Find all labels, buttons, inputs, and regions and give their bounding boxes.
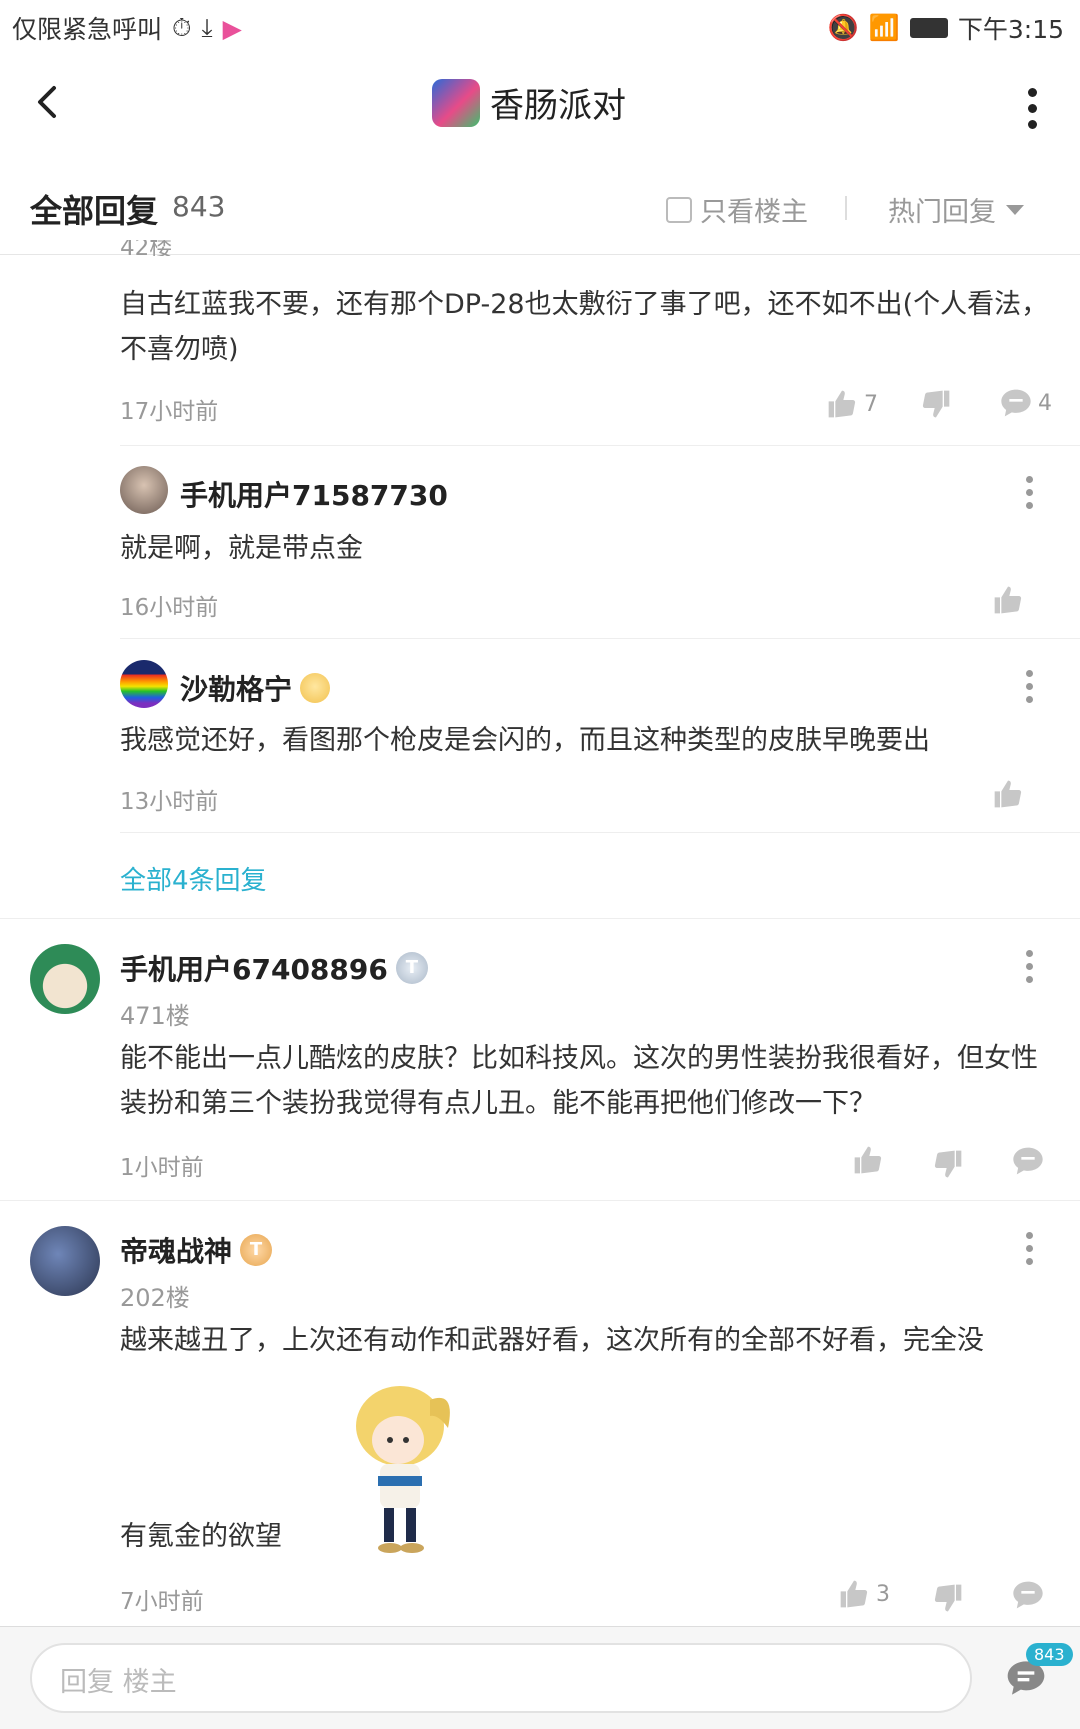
only-op-label: 只看楼主 (700, 197, 808, 228)
avatar[interactable] (30, 1226, 100, 1296)
view-all-replies-link[interactable]: 全部4条回复 (120, 860, 267, 897)
divider (120, 445, 1080, 446)
page-title: 香肠派对 (490, 86, 626, 126)
level-badge-icon: T (395, 952, 428, 984)
post-author-row: 帝魂战神 T (120, 1230, 273, 1270)
post-floor: 471楼 (120, 1002, 190, 1030)
avatar[interactable] (120, 466, 168, 514)
thumbs-up-icon[interactable] (992, 778, 1024, 810)
reply-author-row: 沙勒格宁 (180, 668, 331, 708)
wifi-icon: 📶 (868, 13, 900, 42)
title-group: 香肠派对 (432, 78, 626, 127)
thumbs-down-icon (922, 390, 950, 418)
comment-bubble-icon[interactable] (1012, 1580, 1044, 1610)
reply-time: 16小时前 (120, 595, 219, 621)
reply-more-icon[interactable] (1026, 476, 1033, 515)
divider (0, 918, 1080, 919)
thumbs-down-icon[interactable] (932, 1582, 964, 1614)
navigation-bar: 香肠派对 (0, 48, 1080, 163)
status-bar: 仅限紧急呼叫 ⏱ ⤓ ▶ 🔕 📶 下午3:15 (0, 0, 1080, 48)
reply-author[interactable]: 沙勒格宁 (180, 668, 292, 708)
post-content: 能不能出一点儿酷炫的皮肤？比如科技风。这次的男性装扮我很看好，但女性装扮和第三个… (120, 1043, 1038, 1119)
reply-content: 我感觉还好，看图那个枪皮是会闪的，而且这种类型的皮肤早晚要出 (120, 725, 930, 756)
thumbs-up-icon (828, 390, 856, 418)
battery-icon (909, 18, 948, 38)
all-replies-label: 全部回复 (30, 192, 159, 230)
emoji-badge-icon (300, 673, 331, 703)
thumbs-down-icon[interactable] (932, 1148, 964, 1180)
like-button[interactable]: 7 (826, 388, 878, 420)
bottom-reply-bar: 回复 楼主 (0, 1626, 1080, 1729)
post-floor: 202楼 (120, 1284, 190, 1312)
reply-more-icon[interactable] (1026, 670, 1033, 709)
timer-icon: ⏱ (172, 13, 192, 42)
reply-content: 就是啊，就是带点金 (120, 533, 363, 564)
reply-count: 843 (172, 190, 226, 223)
like-count: 3 (876, 1581, 890, 1607)
reply-input[interactable]: 回复 楼主 (30, 1643, 972, 1713)
like-count: 7 (864, 391, 878, 417)
post-more-icon[interactable] (1026, 1232, 1033, 1271)
carrier-text: 仅限紧急呼叫 (12, 15, 163, 44)
reply-time: 13小时前 (120, 789, 219, 815)
thumbs-up-icon[interactable] (992, 584, 1024, 616)
post-content: 有氪金的欲望 (120, 1521, 282, 1552)
download-icon: ⤓ (201, 13, 213, 42)
more-menu-icon[interactable] (1028, 88, 1038, 136)
floor-label-partial: 42楼 (120, 240, 173, 256)
post-time: 1小时前 (120, 1155, 204, 1181)
post-time: 17小时前 (120, 399, 219, 425)
divider (0, 1200, 1080, 1201)
game-icon (432, 78, 480, 127)
anime-girl-sticker-image (356, 1386, 450, 1553)
divider (120, 832, 1080, 833)
comment-count-badge: 843 (1026, 1643, 1073, 1666)
post-author[interactable]: 手机用户67408896 (120, 948, 388, 988)
post-author[interactable]: 帝魂战神 (120, 1230, 232, 1270)
post-more-icon[interactable] (1026, 950, 1033, 989)
divider (845, 196, 847, 220)
reply-author[interactable]: 手机用户71587730 (180, 474, 448, 514)
thumbs-up-icon (840, 1580, 868, 1608)
comment-button[interactable]: 4 (1000, 388, 1052, 418)
sort-label: 热门回复 (888, 197, 996, 228)
clock: 下午3:15 (957, 15, 1064, 44)
post-time: 7小时前 (120, 1589, 204, 1615)
back-arrow-icon[interactable] (28, 82, 68, 122)
like-button[interactable]: 3 (838, 1578, 890, 1610)
only-op-toggle[interactable]: 只看楼主 (666, 190, 808, 229)
post-content: 越来越丑了，上次还有动作和武器好看，这次所有的全部不好看，完全没 (120, 1325, 984, 1356)
divider (120, 638, 1080, 639)
sort-dropdown[interactable]: 热门回复 (888, 190, 1024, 229)
chevron-down-icon (1006, 204, 1024, 215)
post-author-row: 手机用户67408896 T (120, 948, 428, 988)
comment-count: 4 (1038, 390, 1052, 416)
level-badge-icon: T (240, 1234, 273, 1266)
reply-placeholder: 回复 楼主 (60, 1667, 177, 1698)
comment-bubble-icon (1001, 389, 1031, 417)
comment-bubble-icon[interactable] (1012, 1146, 1044, 1176)
dislike-button[interactable] (920, 388, 952, 420)
video-app-icon: ▶ (222, 13, 242, 43)
avatar[interactable] (30, 944, 100, 1014)
post-content: 自古红蓝我不要，还有那个DP-28也太敷衍了事了吧，还不如不出(个人看法，不喜勿… (120, 289, 1049, 365)
mute-icon: 🔕 (827, 13, 859, 42)
avatar[interactable] (120, 660, 168, 708)
checkbox-icon[interactable] (666, 196, 692, 223)
thumbs-up-icon[interactable] (852, 1144, 884, 1176)
